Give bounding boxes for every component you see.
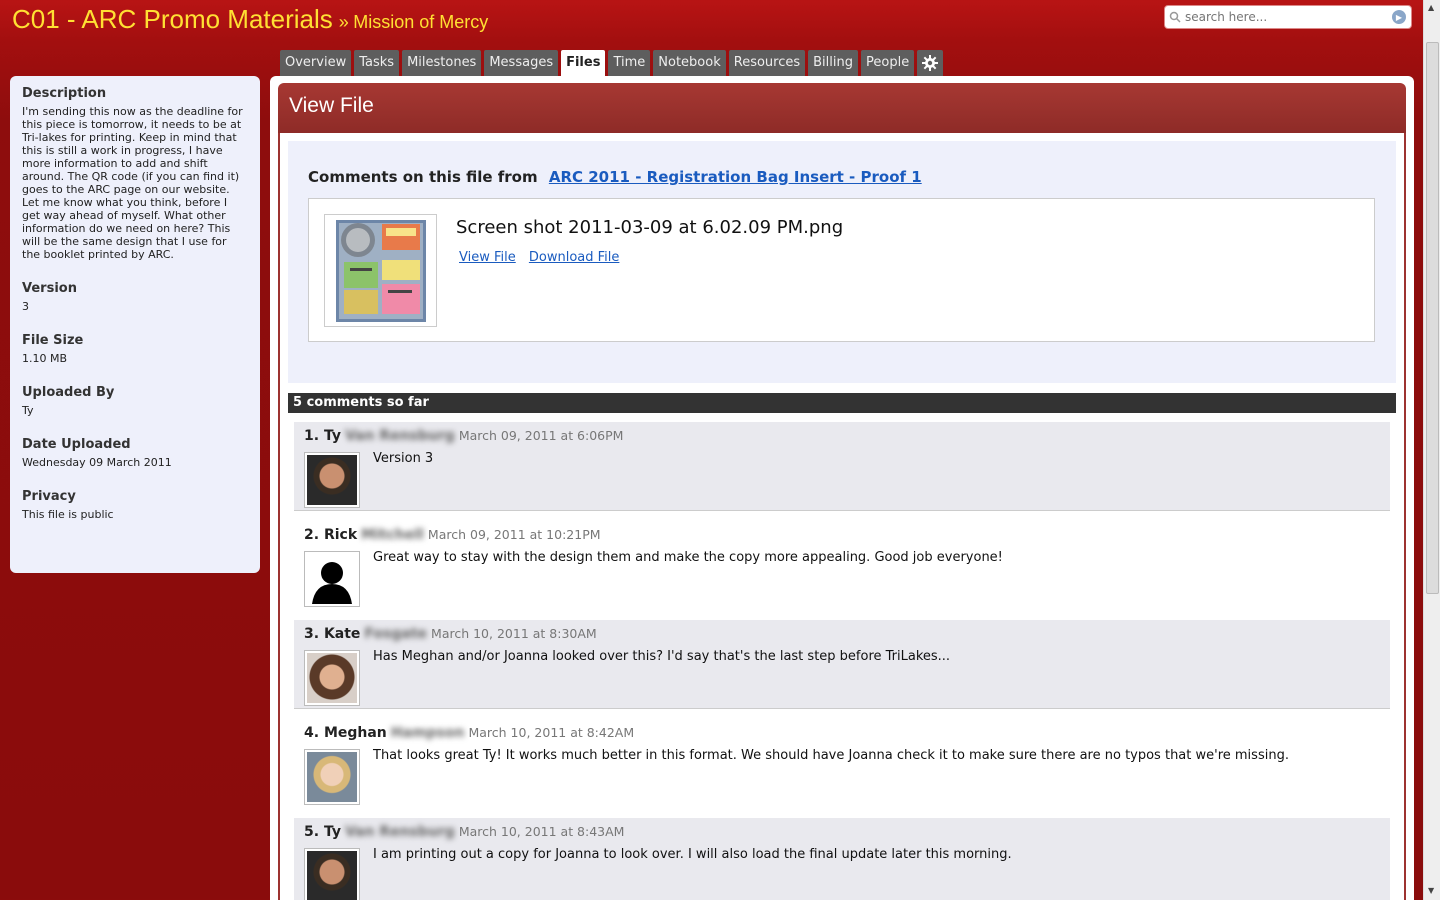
file-name: Screen shot 2011-03-09 at 6.02.09 PM.png [456, 217, 844, 238]
comment-author-surname: Mitchell [361, 527, 424, 543]
description-label: Description [22, 86, 107, 101]
tab-messages[interactable]: Messages [484, 50, 559, 76]
file-links: View File Download File [459, 250, 628, 265]
comment-text: Version 3 [373, 451, 434, 466]
comment-author: Rick [323, 527, 358, 543]
comment-item: 3. Kate Fosgate March 10, 2011 at 8:30AM H… [294, 620, 1390, 709]
comment-number: 4. [304, 725, 320, 741]
comment-date: March 10, 2011 at 8:43AM [458, 824, 625, 839]
comment-number: 1. [304, 428, 320, 444]
page-scrollbar[interactable]: ▲ ▼ [1423, 0, 1440, 900]
page-title: View File [278, 83, 1406, 133]
comment-date: March 09, 2011 at 10:21PM [427, 527, 601, 542]
comments-from-label: Comments on this file from [308, 168, 538, 186]
scroll-up-icon[interactable]: ▲ [1428, 3, 1434, 12]
version-value: 3 [22, 300, 29, 313]
comment-author: Meghan [323, 725, 387, 741]
comment-head: 1. Ty Van Rensburg March 09, 2011 at 6:06P… [304, 428, 1380, 444]
comment-author-surname: Fosgate [364, 626, 428, 642]
download-file-link[interactable]: Download File [529, 250, 620, 265]
comments-from: Comments on this file from ARC 2011 - Re… [308, 168, 922, 186]
project-tabs: Overview Tasks Milestones Messages Files… [280, 50, 944, 78]
filesize-label: File Size [22, 333, 84, 348]
tab-tasks[interactable]: Tasks [354, 50, 400, 76]
uploaded-by-label: Uploaded By [22, 385, 115, 400]
settings-gear-icon[interactable] [917, 50, 944, 76]
search-go-icon[interactable]: ▶ [1392, 10, 1406, 24]
date-uploaded-label: Date Uploaded [22, 437, 131, 452]
file-card: Screen shot 2011-03-09 at 6.02.09 PM.png… [308, 198, 1375, 342]
comment-item: 2. Rick Mitchell March 09, 2011 at 10:21PM… [294, 521, 1390, 610]
privacy-label: Privacy [22, 489, 76, 504]
file-thumbnail[interactable] [324, 214, 437, 327]
comment-number: 5. [304, 824, 320, 840]
breadcrumb-separator: » [338, 12, 349, 32]
panel-body: Comments on this file from ARC 2011 - Re… [278, 133, 1406, 900]
comment-date: March 09, 2011 at 6:06PM [458, 428, 624, 443]
comment-head: 2. Rick Mitchell March 09, 2011 at 10:21PM [304, 527, 1380, 543]
project-title: C01 - ARC Promo Materials» Mission of Me… [12, 4, 488, 35]
comment-author: Kate [323, 626, 361, 642]
tab-files[interactable]: Files [561, 50, 606, 78]
version-label: Version [22, 281, 77, 296]
uploaded-by-value: Ty [22, 404, 34, 417]
privacy-value: This file is public [22, 508, 114, 521]
view-file-link[interactable]: View File [459, 250, 516, 265]
comment-item: 5. Ty Van Rensburg March 10, 2011 at 8:43A… [294, 818, 1390, 900]
comment-text: Has Meghan and/or Joanna looked over thi… [373, 649, 951, 664]
search-box: ▶ [1164, 5, 1412, 29]
tab-overview[interactable]: Overview [280, 50, 352, 76]
client-name[interactable]: Mission of Mercy [353, 12, 488, 32]
tab-billing[interactable]: Billing [808, 50, 858, 76]
date-uploaded-value: Wednesday 09 March 2011 [22, 456, 172, 469]
comment-number: 2. [304, 527, 320, 543]
comments-count: 5 comments so far [288, 393, 1396, 413]
comment-author-surname: Van Rensburg [344, 428, 455, 444]
comment-author: Ty [323, 428, 341, 444]
comment-item: 4. Meghan Hampson March 10, 2011 at 8:42AM… [294, 719, 1390, 808]
comment-text: That looks great Ty! It works much bette… [373, 748, 1289, 763]
filesize-value: 1.10 MB [22, 352, 68, 365]
comment-head: 4. Meghan Hampson March 10, 2011 at 8:42AM [304, 725, 1380, 741]
comment-author-surname: Hampson [390, 725, 465, 741]
avatar [304, 749, 360, 805]
main-content: View File Comments on this file from ARC… [270, 76, 1414, 900]
description-text: I'm sending this now as the deadline for… [22, 105, 243, 261]
tab-notebook[interactable]: Notebook [653, 50, 726, 76]
search-icon [1165, 11, 1185, 23]
comment-head: 3. Kate Fosgate March 10, 2011 at 8:30AM [304, 626, 1380, 642]
comment-date: March 10, 2011 at 8:42AM [468, 725, 635, 740]
comment-date: March 10, 2011 at 8:30AM [431, 626, 597, 641]
comment-head: 5. Ty Van Rensburg March 10, 2011 at 8:43A… [304, 824, 1380, 840]
avatar [304, 452, 360, 508]
source-message-link[interactable]: ARC 2011 - Registration Bag Insert - Pro… [549, 168, 922, 186]
file-details-sidebar: Description I'm sending this now as the … [10, 76, 260, 573]
comment-number: 3. [304, 626, 320, 642]
tab-time[interactable]: Time [608, 50, 651, 76]
project-name[interactable]: C01 - ARC Promo Materials [12, 4, 333, 34]
scrollbar-thumb[interactable] [1426, 42, 1439, 594]
comment-text: Great way to stay with the design them a… [373, 550, 1003, 565]
tab-milestones[interactable]: Milestones [402, 50, 482, 76]
comment-author: Ty [323, 824, 341, 840]
search-input[interactable] [1185, 7, 1392, 27]
tab-resources[interactable]: Resources [728, 50, 806, 76]
avatar [304, 848, 360, 900]
comment-text: I am printing out a copy for Joanna to l… [373, 847, 1012, 862]
scroll-down-icon[interactable]: ▼ [1428, 886, 1434, 895]
avatar [304, 650, 360, 706]
comment-author-surname: Van Rensburg [344, 824, 455, 840]
file-box: Comments on this file from ARC 2011 - Re… [288, 141, 1396, 383]
avatar-silhouette-icon [304, 551, 360, 607]
tab-people[interactable]: People [861, 50, 915, 76]
comment-item: 1. Ty Van Rensburg March 09, 2011 at 6:06P… [294, 422, 1390, 511]
